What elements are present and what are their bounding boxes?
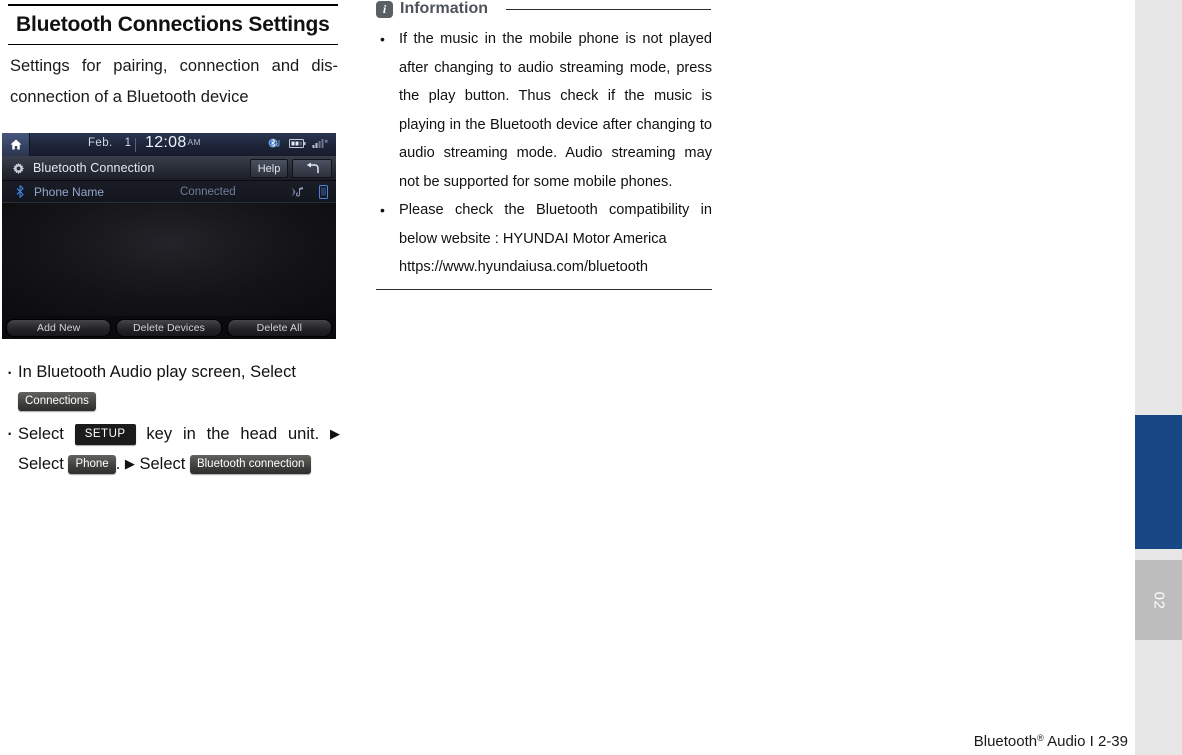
- audio-streaming-icon: [292, 186, 303, 196]
- device-button-bar: Add New Delete Devices Delete All: [2, 316, 336, 339]
- chapter-tab-active[interactable]: [1135, 415, 1182, 549]
- phone-icon: [319, 184, 328, 199]
- instruction-item-2: Select SETUP key in the head unit. ▶ Sel…: [4, 418, 341, 479]
- delete-all-button[interactable]: Delete All: [226, 318, 332, 337]
- gear-icon: [12, 162, 25, 175]
- home-button[interactable]: [2, 133, 30, 156]
- information-bottom-rule: [376, 288, 712, 290]
- page-footer: Bluetooth® Audio I 2-39: [0, 733, 1135, 750]
- battery-icon: [289, 138, 306, 148]
- footer-brand: Bluetooth: [973, 733, 1038, 750]
- status-time: 12:08AM: [145, 134, 201, 152]
- info-icon: i: [376, 0, 393, 18]
- information-list: If the music in the mobile phone is not …: [376, 25, 712, 282]
- instruction-list: In Bluetooth Audio play screen, Select C…: [4, 357, 341, 482]
- instruction-2-seg2: key in the head unit.: [146, 425, 320, 443]
- chip-setup-key[interactable]: SETUP: [74, 424, 136, 445]
- device-status: Connected: [180, 185, 236, 198]
- instruction-2-seg4: .: [115, 455, 121, 473]
- footer-page-ref: Audio I 2-39: [1043, 733, 1128, 750]
- information-url: https://www.hyundaiusa.com/bluetooth: [399, 259, 649, 275]
- device-title-bar: Bluetooth Connection Help: [2, 156, 336, 181]
- information-item-2: Please check the Bluetooth compatibility…: [376, 196, 712, 282]
- instruction-item-1: In Bluetooth Audio play screen, Select C…: [4, 357, 340, 416]
- chip-phone[interactable]: Phone: [68, 455, 116, 474]
- information-header: i Information: [376, 0, 712, 19]
- page-title: Bluetooth Connections Settings: [16, 13, 330, 36]
- right-edge-strip: 02: [1135, 0, 1182, 755]
- chip-connections[interactable]: Connections: [18, 392, 96, 411]
- home-icon: [10, 139, 21, 150]
- back-button[interactable]: [292, 159, 332, 178]
- arrow-icon-1: ▶: [330, 426, 341, 441]
- footer-registered-mark: ®: [1037, 733, 1044, 743]
- information-header-rule: [506, 8, 711, 10]
- bluetooth-audio-icon: [268, 138, 280, 148]
- page-root: Bluetooth Connections Settings Settings …: [0, 0, 1182, 755]
- information-item-1: If the music in the mobile phone is not …: [376, 25, 712, 196]
- delete-devices-button[interactable]: Delete Devices: [116, 318, 222, 337]
- device-title-text: Bluetooth Connection: [33, 161, 155, 175]
- information-item-2-text: Please check the Bluetooth compatibility…: [399, 202, 712, 247]
- back-arrow-icon: [306, 162, 319, 174]
- signal-icon: [312, 138, 328, 148]
- status-date: Feb. 1: [88, 137, 131, 149]
- left-column: Bluetooth Connections Settings Settings …: [8, 0, 338, 113]
- status-month: Feb.: [88, 137, 113, 149]
- instruction-2-seg3: Select: [18, 455, 64, 473]
- device-status-bar: Feb. 1 12:08AM: [2, 133, 336, 156]
- status-ampm: AM: [187, 137, 201, 147]
- chip-bluetooth-connection[interactable]: Bluetooth connection: [189, 455, 312, 474]
- arrow-icon-2: ▶: [124, 456, 135, 471]
- add-new-button[interactable]: Add New: [6, 318, 112, 337]
- status-day: 1: [124, 137, 132, 149]
- device-empty-list-area: [2, 203, 336, 316]
- bluetooth-icon: [16, 185, 24, 198]
- intro-paragraph: Settings for pairing, connection and dis…: [10, 57, 338, 106]
- device-list-row[interactable]: Phone Name Connected: [2, 181, 336, 203]
- instruction-2-seg1: Select: [18, 425, 64, 443]
- status-icon-group: [268, 137, 328, 149]
- status-divider: [135, 138, 136, 152]
- help-button[interactable]: Help: [250, 159, 288, 178]
- status-time-value: 12:08: [145, 134, 187, 151]
- instruction-1-text: In Bluetooth Audio play screen, Select: [18, 363, 296, 381]
- chapter-tab-number[interactable]: 02: [1135, 560, 1182, 640]
- information-box: i Information If the music in the mobile…: [376, 0, 712, 290]
- chapter-number-label: 02: [1150, 591, 1167, 609]
- device-row-icons: [292, 184, 328, 199]
- information-label: Information: [400, 0, 488, 17]
- device-screenshot: Feb. 1 12:08AM Bluetooth Connection Help…: [2, 133, 336, 339]
- device-name: Phone Name: [34, 184, 105, 199]
- instruction-2-seg5: Select: [139, 455, 186, 473]
